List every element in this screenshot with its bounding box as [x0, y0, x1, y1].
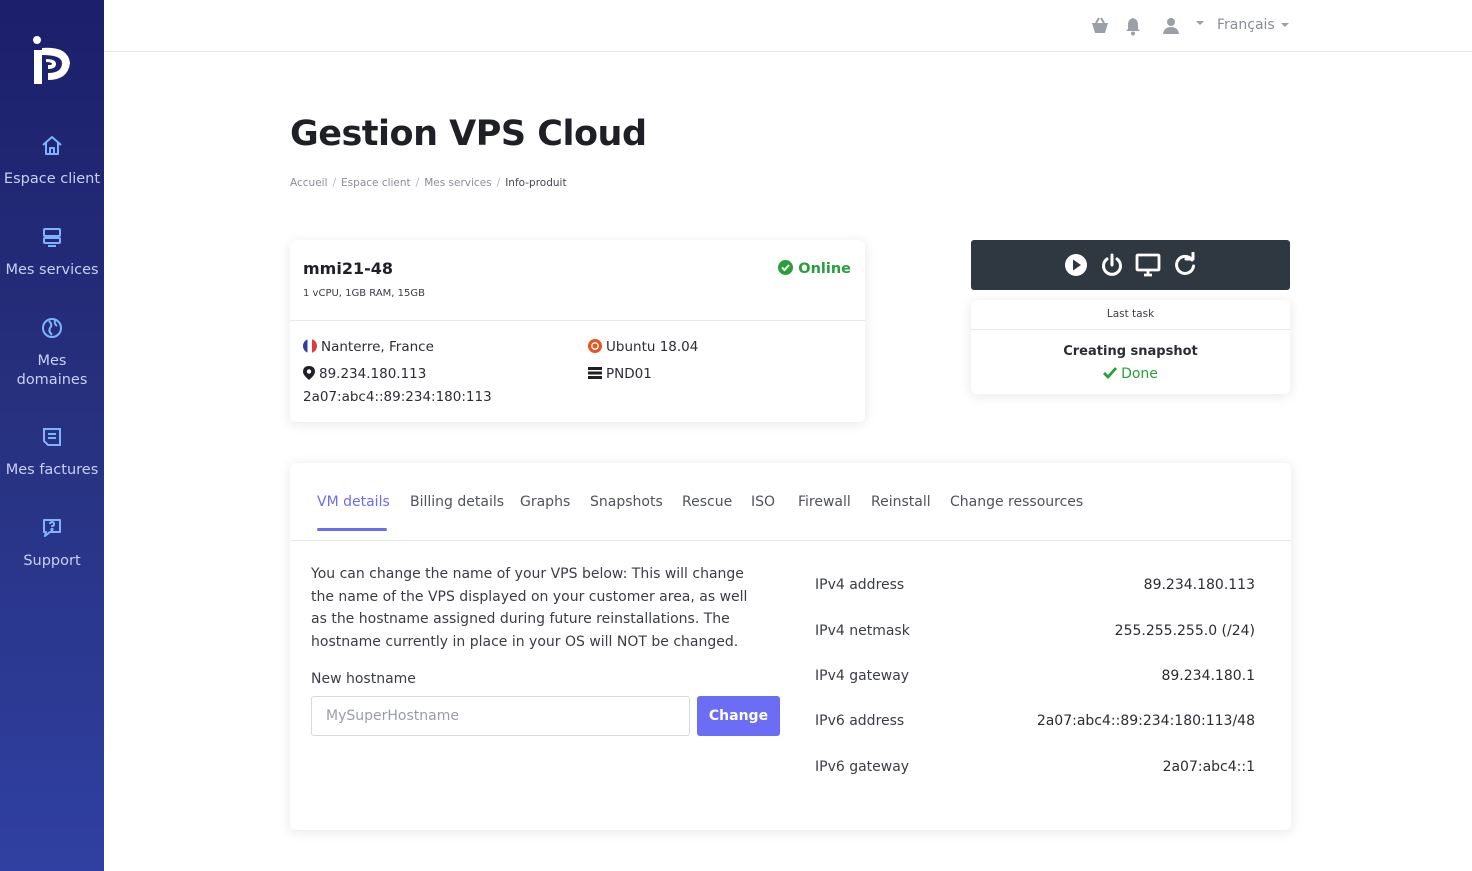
- network-value: 2a07:abc4::89:234:180:113/48: [1036, 713, 1255, 729]
- sidebar-item-label: Espace client: [3, 171, 101, 187]
- play-icon[interactable]: [1063, 252, 1089, 278]
- breadcrumb-link[interactable]: Accueil: [290, 177, 328, 189]
- breadcrumb-link[interactable]: Mes services: [424, 177, 491, 189]
- sidebar-item-espace-client[interactable]: Espace client: [0, 134, 104, 189]
- divider: [290, 320, 865, 321]
- check-circle-icon: [778, 260, 794, 275]
- network-row: IPv4 netmask 255.255.255.0 (/24): [815, 623, 1255, 643]
- sidebar: Espace client Mes services Mes domaines …: [0, 0, 104, 871]
- hostname-description: You can change the name of your VPS belo…: [311, 566, 748, 651]
- map-pin-icon: [303, 366, 315, 380]
- location-text: Nanterre, France: [321, 339, 434, 355]
- server-ipv4: 89.234.180.113: [303, 366, 426, 382]
- vm-control-bar: [971, 240, 1290, 290]
- os-text: Ubuntu 18.04: [606, 339, 699, 355]
- basket-icon[interactable]: [1090, 16, 1110, 36]
- network-value: 255.255.255.0 (/24): [1114, 623, 1255, 639]
- tab-vm-details[interactable]: VM details: [317, 494, 390, 510]
- network-row: IPv4 address 89.234.180.113: [815, 577, 1255, 597]
- tab-change-ressources[interactable]: Change ressources: [950, 494, 1083, 510]
- ipv4-text: 89.234.180.113: [319, 366, 427, 382]
- bell-icon[interactable]: [1123, 16, 1143, 36]
- task-name: Creating snapshot: [1063, 344, 1198, 359]
- network-key: IPv4 gateway: [815, 668, 910, 684]
- network-row: IPv6 address 2a07:abc4::89:234:180:113/4…: [815, 713, 1255, 733]
- tab-firewall[interactable]: Firewall: [798, 494, 851, 510]
- vm-tabs-card: VM details Billing details Graphs Snapsh…: [290, 463, 1291, 830]
- sidebar-item-label: Mes domaines: [16, 353, 88, 388]
- sidebar-item-label: Mes factures: [5, 462, 99, 478]
- user-menu-chevron-icon[interactable]: [1196, 21, 1204, 25]
- network-value: 89.234.180.1: [1161, 668, 1255, 684]
- sidebar-item-label: Support: [23, 553, 81, 569]
- hostname-label: New hostname: [311, 671, 416, 687]
- support-chat-icon: [43, 519, 61, 537]
- tab-bar: VM details Billing details Graphs Snapsh…: [290, 463, 1291, 541]
- tab-iso[interactable]: ISO: [751, 494, 775, 510]
- sidebar-item-mes-factures[interactable]: Mes factures: [0, 425, 104, 480]
- network-row: IPv4 gateway 89.234.180.1: [815, 668, 1255, 688]
- server-specs: 1 vCPU, 1GB RAM, 15GB: [303, 288, 426, 299]
- network-key: IPv4 netmask: [815, 623, 910, 639]
- france-flag-icon: [303, 339, 317, 353]
- divider: [971, 329, 1290, 330]
- sidebar-item-label: Mes services: [5, 262, 99, 278]
- active-tab-indicator: [317, 528, 387, 531]
- hostname-input[interactable]: [311, 696, 690, 736]
- network-row: IPv6 gateway 2a07:abc4::1: [815, 759, 1255, 779]
- home-icon: [42, 136, 62, 155]
- monitor-icon[interactable]: [1135, 252, 1161, 278]
- tab-snapshots[interactable]: Snapshots: [590, 494, 663, 510]
- tab-reinstall[interactable]: Reinstall: [871, 494, 931, 510]
- network-key: IPv6 address: [815, 713, 905, 729]
- page-title: Gestion VPS Cloud: [290, 114, 647, 154]
- globe-icon: [42, 318, 62, 338]
- node-text: PND01: [606, 366, 652, 382]
- server-ipv6: 2a07:abc4::89:234:180:113: [303, 389, 492, 405]
- language-label: Français: [1217, 17, 1275, 33]
- network-key: IPv6 gateway: [815, 759, 910, 775]
- breadcrumb-link[interactable]: Espace client: [341, 177, 411, 189]
- breadcrumb-current: Info-produit: [505, 177, 567, 189]
- tab-billing-details[interactable]: Billing details: [410, 494, 504, 510]
- server-card: mmi21-48 1 vCPU, 1GB RAM, 15GB Online Na…: [290, 240, 865, 422]
- server-node: PND01: [588, 366, 652, 382]
- ubuntu-icon: [588, 339, 602, 353]
- status-badge: Online: [778, 260, 851, 277]
- tab-rescue[interactable]: Rescue: [682, 494, 732, 510]
- server-name: mmi21-48: [303, 259, 393, 278]
- logo[interactable]: [30, 34, 74, 88]
- sidebar-item-support[interactable]: Support: [0, 516, 104, 571]
- sidebar-item-mes-services[interactable]: Mes services: [0, 225, 104, 280]
- invoice-icon: [43, 428, 61, 446]
- server-icon: [43, 228, 61, 247]
- sidebar-item-mes-domaines[interactable]: Mes domaines: [0, 316, 104, 390]
- network-value: 89.234.180.113: [1143, 577, 1255, 593]
- chevron-down-icon: [1280, 23, 1289, 27]
- tab-graphs[interactable]: Graphs: [520, 494, 570, 510]
- power-icon[interactable]: [1099, 252, 1125, 278]
- server-location: Nanterre, France: [303, 339, 434, 355]
- last-task-card: Last task Creating snapshot Done: [971, 300, 1290, 394]
- last-task-label: Last task: [1106, 308, 1155, 320]
- network-value: 2a07:abc4::1: [1162, 759, 1255, 775]
- server-os: Ubuntu 18.04: [588, 339, 698, 355]
- task-status: Done: [971, 366, 1290, 382]
- checkmark-icon: [1103, 367, 1118, 380]
- user-icon[interactable]: [1161, 16, 1181, 36]
- server-rack-icon: [588, 367, 602, 379]
- status-text: Online: [798, 261, 851, 277]
- change-hostname-button[interactable]: Change: [697, 696, 780, 736]
- breadcrumb: Accueil / Espace client / Mes services / Info-…: [290, 177, 567, 189]
- network-key: IPv4 address: [815, 577, 905, 593]
- task-status-text: Done: [1121, 366, 1158, 382]
- restart-icon[interactable]: [1172, 252, 1198, 278]
- language-selector[interactable]: Français: [1217, 17, 1289, 33]
